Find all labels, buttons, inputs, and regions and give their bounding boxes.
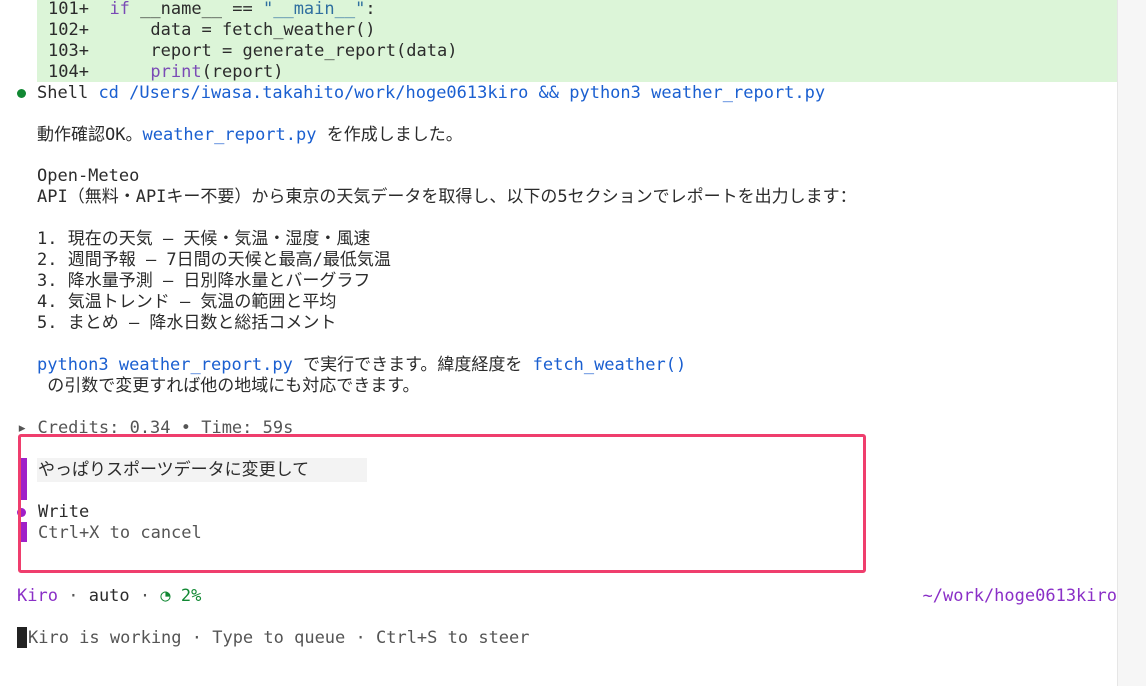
run-command: python3 weather_report.py <box>37 355 293 375</box>
working-directory: ~/work/hoge0613kiro <box>922 586 1117 606</box>
shell-line: Shell cd /Users/iwasa.takahito/work/hoge… <box>37 83 825 104</box>
section-item: 5. まとめ — 降水日数と総括コメント <box>37 313 337 333</box>
run-instructions-line2: の引数で変更すれば他の地域にも対応できます。 <box>37 376 420 396</box>
section-item: 4. 気温トレンド — 気温の範囲と平均 <box>37 292 337 312</box>
function-ref: fetch_weather() <box>532 355 687 375</box>
diff-line: 102+ data = fetch_weather() <box>48 20 376 40</box>
run-instructions: python3 weather_report.py で実行できます。緯度経度を … <box>37 355 687 375</box>
scrollbar[interactable] <box>1117 0 1146 686</box>
mode-value[interactable]: auto <box>89 586 130 606</box>
section-item: 2. 週間予報 — 7日間の天候と最高/最低気温 <box>37 250 391 270</box>
api-description: API（無料・APIキー不要）から東京の天気データを取得し、以下の5セクションで… <box>37 187 857 207</box>
response-line: 動作確認OK。weather_report.py を作成しました。 <box>37 125 463 145</box>
section-item: 3. 降水量予測 — 日別降水量とバーグラフ <box>37 271 371 291</box>
text-cursor <box>17 627 27 648</box>
shell-command: cd /Users/iwasa.takahito/work/hoge0613ki… <box>98 83 826 103</box>
shell-label: Shell <box>37 83 89 103</box>
credits-toggle[interactable]: ▸ Credits: 0.34 • Time: 59s <box>17 418 293 434</box>
diff-line: 101+ if __name__ == "__main__": <box>48 0 376 19</box>
prompt-input-hint[interactable]: Kiro is working · Type to queue · Ctrl+S… <box>28 628 530 649</box>
app-name: Kiro <box>17 586 58 606</box>
diff-line: 103+ report = generate_report(data) <box>48 41 458 61</box>
highlight-annotation <box>18 434 866 573</box>
section-item: 1. 現在の天気 — 天候・気温・湿度・風速 <box>37 229 371 249</box>
diff-line: 104+ print(report) <box>48 62 284 82</box>
api-title: Open-Meteo <box>37 166 140 186</box>
file-link[interactable]: weather_report.py <box>142 125 316 145</box>
success-dot-icon <box>17 89 26 98</box>
status-line: Kiro · auto · ◔ 2% <box>17 586 202 606</box>
usage-indicator: ◔ 2% <box>160 586 202 606</box>
